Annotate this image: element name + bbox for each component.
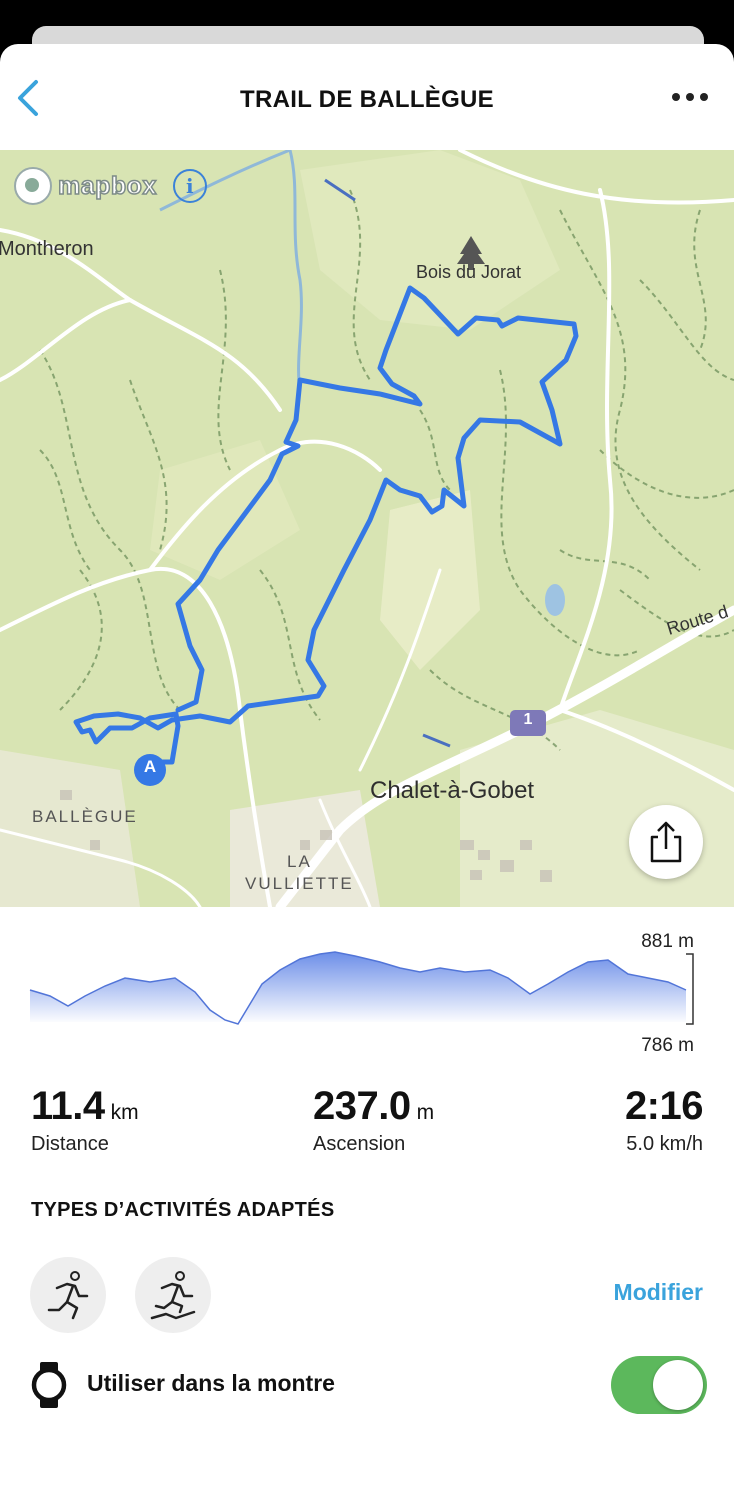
stat-ascent: 237.0 m Ascension bbox=[313, 1084, 434, 1156]
more-button[interactable] bbox=[670, 84, 710, 110]
share-icon bbox=[650, 821, 682, 863]
elevation-chart bbox=[29, 951, 694, 1025]
stat-distance: 11.4 km Distance bbox=[31, 1084, 139, 1156]
route-map[interactable]: mapbox i Montheron Bois du Jorat Route d… bbox=[0, 150, 734, 907]
elevation-max: 881 m bbox=[641, 931, 694, 952]
stat-time: 2:16 5.0 km/h bbox=[624, 1084, 704, 1156]
distance-value: 11.4 bbox=[31, 1084, 105, 1128]
time-value: 2:16 bbox=[624, 1084, 704, 1128]
use-in-watch-row: Utiliser dans la montre bbox=[0, 1356, 734, 1416]
elevation-min: 786 m bbox=[641, 1035, 694, 1056]
mapbox-wordmark: mapbox bbox=[57, 171, 157, 201]
more-dots-icon bbox=[672, 93, 708, 101]
ascent-value: 237.0 bbox=[313, 1084, 411, 1128]
watch-icon bbox=[31, 1362, 67, 1408]
mapbox-logo-icon bbox=[14, 167, 52, 205]
distance-label: Distance bbox=[31, 1133, 109, 1155]
route-stats: 11.4 km Distance 237.0 m Ascension 2:16 5.… bbox=[0, 1084, 734, 1164]
trail-running-icon bbox=[150, 1271, 196, 1320]
use-in-watch-label: Utiliser dans la montre bbox=[87, 1370, 335, 1396]
modify-activities-button[interactable]: Modifier bbox=[614, 1279, 703, 1306]
page-title: TRAIL DE BALLÈGUE bbox=[240, 86, 494, 113]
mapbox-attribution: mapbox i bbox=[14, 167, 207, 205]
start-marker-label: A bbox=[143, 757, 157, 776]
ascent-label: Ascension bbox=[313, 1133, 406, 1155]
label-ballegue: BALLÈGUE bbox=[32, 807, 138, 826]
road-number-badge: 1 bbox=[523, 711, 533, 728]
label-vulliette: VULLIETTE bbox=[245, 874, 354, 893]
elevation-profile[interactable]: 881 m 786 m bbox=[0, 907, 734, 1097]
label-bois-du-jorat: Bois du Jorat bbox=[416, 262, 522, 282]
speed-label: 5.0 km/h bbox=[626, 1133, 703, 1155]
use-in-watch-toggle[interactable] bbox=[611, 1356, 707, 1414]
distance-unit: km bbox=[110, 1101, 139, 1124]
share-button[interactable] bbox=[629, 805, 703, 879]
label-la: LA bbox=[287, 852, 312, 871]
activities-title: TYPES D’ACTIVITÉS ADAPTÉS bbox=[31, 1199, 335, 1221]
running-icon bbox=[47, 1271, 89, 1320]
toggle-knob bbox=[653, 1360, 703, 1410]
map-canvas bbox=[0, 150, 734, 907]
info-icon[interactable]: i bbox=[172, 169, 207, 203]
label-montheron: Montheron bbox=[0, 238, 94, 260]
header: TRAIL DE BALLÈGUE bbox=[0, 44, 734, 150]
route-detail-sheet: TRAIL DE BALLÈGUE mapbox i Montheron Boi… bbox=[0, 44, 734, 1500]
activity-running[interactable] bbox=[30, 1257, 106, 1333]
label-chalet-a-gobet: Chalet-à-Gobet bbox=[370, 777, 535, 804]
activity-trail-running[interactable] bbox=[135, 1257, 211, 1333]
ascent-unit: m bbox=[416, 1101, 435, 1124]
